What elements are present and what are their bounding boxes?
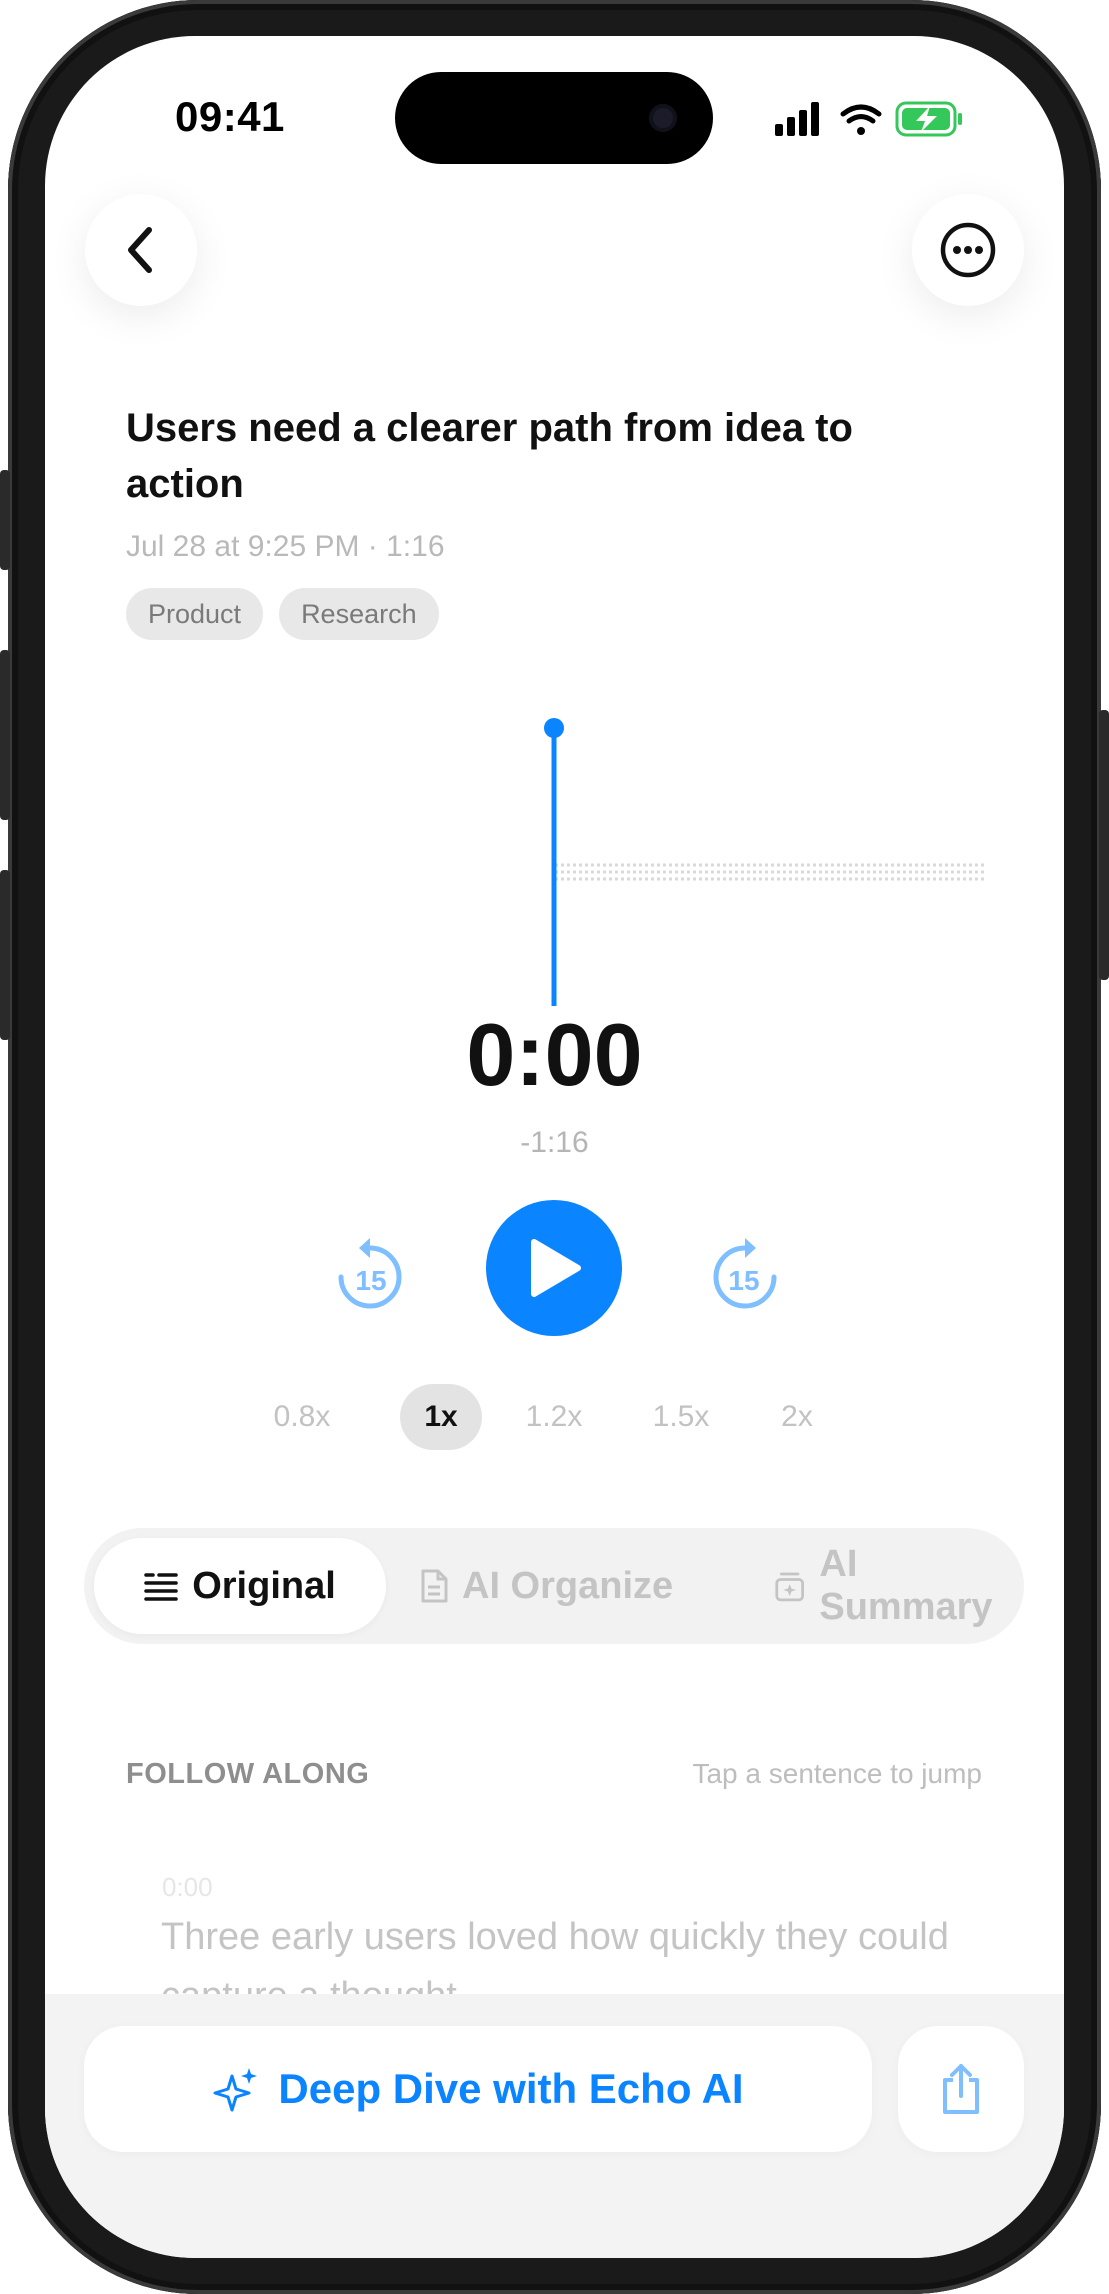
skip-forward-15-icon: 15 bbox=[713, 1238, 777, 1309]
recording-meta: Jul 28 at 9:25 PM · 1:16 bbox=[126, 530, 445, 563]
document-icon bbox=[421, 1569, 448, 1603]
tag-list: Product Research bbox=[126, 588, 439, 640]
text-lines-icon bbox=[144, 1573, 178, 1601]
skip-back-button[interactable]: 15 bbox=[325, 1232, 415, 1322]
recording-title: Users need a clearer path from idea to a… bbox=[126, 406, 853, 506]
waveform-scrubber[interactable] bbox=[45, 676, 1064, 1016]
sparkles-icon bbox=[213, 2068, 258, 2112]
play-icon bbox=[531, 1239, 581, 1297]
tag-chip[interactable]: Research bbox=[279, 588, 439, 640]
summary-box-icon bbox=[775, 1572, 804, 1602]
volume-down-button bbox=[0, 870, 10, 1040]
skip-back-15-icon: 15 bbox=[338, 1238, 402, 1309]
cellular-signal-icon bbox=[775, 102, 819, 136]
svg-text:15: 15 bbox=[728, 1265, 759, 1296]
power-button bbox=[1099, 710, 1109, 980]
skip-forward-button[interactable]: 15 bbox=[700, 1232, 790, 1322]
speed-option[interactable]: 0.8x bbox=[262, 1384, 342, 1450]
deep-dive-label: Deep Dive with Echo AI bbox=[278, 2065, 744, 2112]
wifi-icon bbox=[840, 104, 882, 135]
volume-up-button bbox=[0, 650, 10, 820]
speed-option-selected[interactable]: 1x bbox=[400, 1384, 482, 1450]
tab-label: Original bbox=[192, 1564, 336, 1607]
share-button[interactable] bbox=[898, 2026, 1024, 2152]
svg-text:15: 15 bbox=[355, 1265, 386, 1296]
dynamic-island bbox=[395, 72, 713, 164]
tab-ai-summary[interactable]: AI Summary bbox=[774, 1538, 1024, 1634]
waveform-baseline bbox=[555, 863, 985, 881]
status-icons bbox=[775, 101, 962, 137]
action-button bbox=[0, 470, 10, 570]
more-options-button[interactable] bbox=[912, 194, 1024, 306]
play-button[interactable] bbox=[486, 1200, 622, 1336]
section-hint: Tap a sentence to jump bbox=[692, 1758, 982, 1789]
section-label: FOLLOW ALONG bbox=[126, 1758, 370, 1790]
tab-ai-organize[interactable]: AI Organize bbox=[420, 1538, 673, 1634]
remaining-time: -1:16 bbox=[520, 1126, 589, 1159]
status-time: 09:41 bbox=[175, 93, 285, 140]
ellipsis-circle-icon bbox=[940, 222, 996, 278]
elapsed-time: 0:00 bbox=[466, 1005, 643, 1104]
chevron-left-icon bbox=[128, 227, 152, 273]
view-tab-bar: Original AI Organize AI Summary bbox=[84, 1528, 1024, 1644]
speed-option[interactable]: 1.5x bbox=[641, 1384, 721, 1450]
speed-option[interactable]: 2x bbox=[757, 1384, 837, 1450]
tab-original[interactable]: Original bbox=[94, 1538, 386, 1634]
tag-chip[interactable]: Product bbox=[126, 588, 264, 640]
playhead[interactable] bbox=[544, 718, 564, 1006]
segment-timestamp: 0:00 bbox=[162, 1872, 213, 1902]
deep-dive-button[interactable]: Deep Dive with Echo AI bbox=[84, 2026, 872, 2152]
back-button[interactable] bbox=[85, 194, 197, 306]
share-icon bbox=[943, 2064, 979, 2114]
screen: 09:41 Users need a clearer path from ide… bbox=[45, 36, 1064, 2258]
battery-charging-icon bbox=[895, 101, 962, 137]
tab-label: AI Organize bbox=[462, 1564, 674, 1607]
playback-speed-selector: 0.8x 1x 1.2x 1.5x 2x bbox=[45, 1384, 1064, 1452]
speed-option[interactable]: 1.2x bbox=[514, 1384, 594, 1450]
tab-label: AI Summary bbox=[819, 1543, 993, 1628]
